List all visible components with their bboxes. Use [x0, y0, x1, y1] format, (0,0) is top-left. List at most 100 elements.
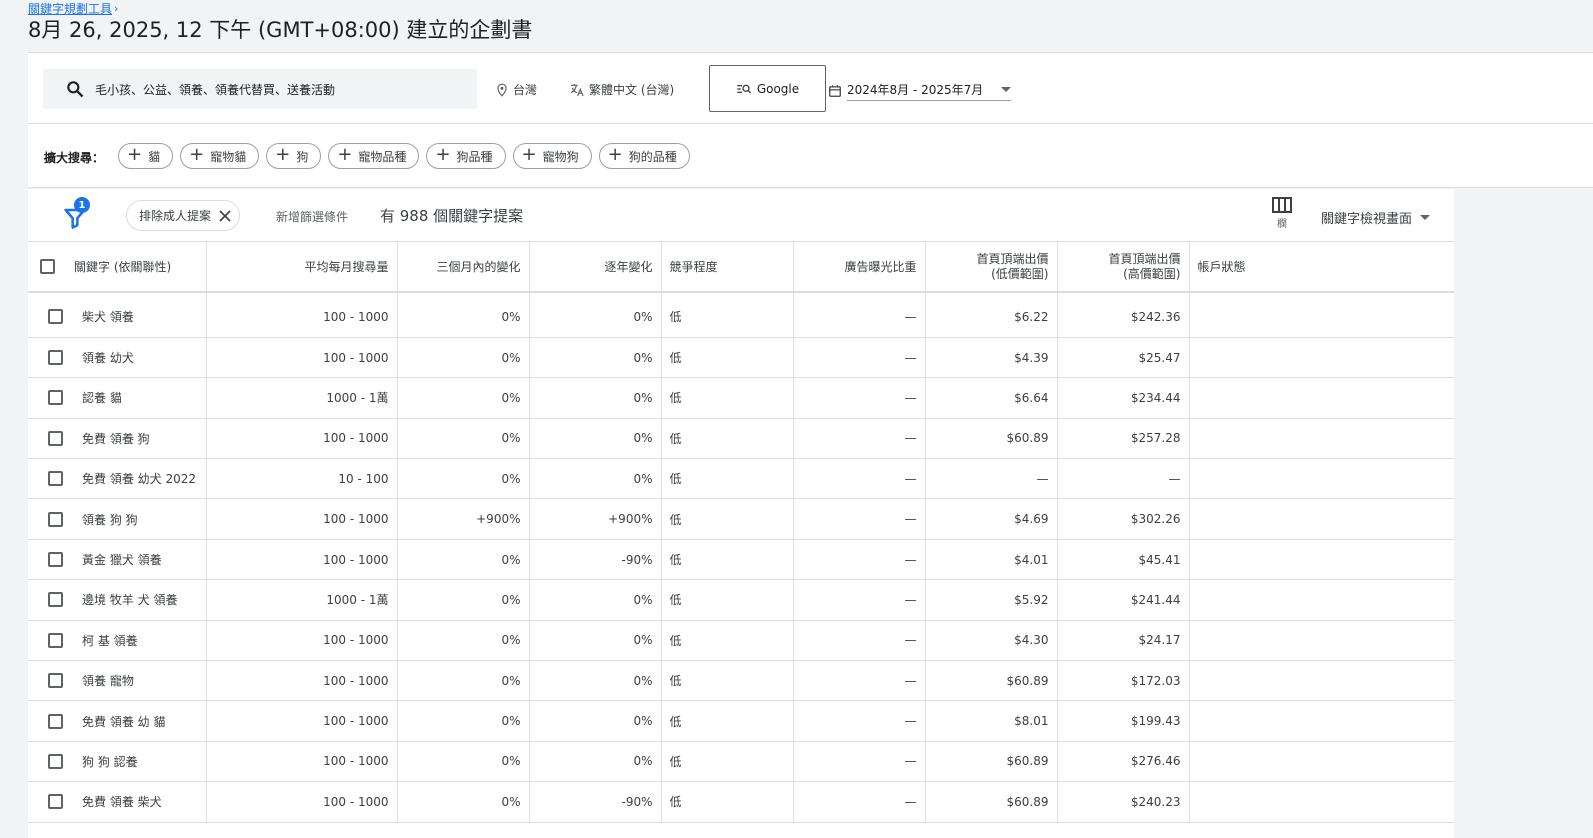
row-checkbox[interactable] — [48, 471, 63, 487]
keyword-text: 狗 狗 認養 — [82, 754, 138, 769]
broaden-chip[interactable]: + 狗品種 — [426, 143, 506, 169]
avg-monthly-cell: 1000 - 1萬 — [206, 579, 398, 621]
select-all-checkbox[interactable] — [40, 259, 55, 274]
bid-low-cell: $4.69 — [925, 498, 1058, 540]
header-bid-low[interactable]: 首頁頂端出價 (低價範圍) — [925, 242, 1058, 293]
table-row[interactable]: 狗 狗 認養 100 - 1000 0% 0% 低 — $60.89 $276.46 — [28, 741, 1454, 783]
row-checkbox[interactable] — [48, 430, 63, 446]
broaden-search-panel: 擴大搜尋： + 貓 + 寵物貓 + 狗 + 寵物品種 + 狗品種 + 寵物狗 + 狗的品種 — [28, 124, 1593, 188]
account-status-cell — [1189, 539, 1454, 581]
bid-high-cell: $240.23 — [1057, 781, 1190, 823]
row-checkbox[interactable] — [48, 673, 63, 689]
keyword-text: 邊境 牧羊 犬 領養 — [82, 593, 178, 608]
row-checkbox[interactable] — [48, 713, 63, 729]
keyword-text: 柴犬 領養 — [82, 310, 134, 325]
row-checkbox[interactable] — [48, 309, 63, 325]
language-selector[interactable]: 繁體中文 (台灣) — [569, 81, 674, 98]
keyword-text: 領養 狗 狗 — [82, 512, 138, 527]
keyword-cell: 免費 領養 狗 — [28, 418, 207, 460]
row-checkbox[interactable] — [48, 632, 63, 648]
table-row[interactable]: 領養 幼犬 100 - 1000 0% 0% 低 — $4.39 $25.47 — [28, 337, 1454, 379]
table-row[interactable]: 免費 領養 幼 貓 100 - 1000 0% 0% 低 — $8.01 $199.43 — [28, 700, 1454, 742]
table-row[interactable]: 柴犬 領養 100 - 1000 0% 0% 低 — $6.22 $242.36 — [28, 297, 1454, 338]
keyword-cell: 狗 狗 認養 — [28, 741, 207, 783]
three-month-change-cell: 0% — [397, 660, 530, 702]
active-filter-chip[interactable]: 排除成人提案 — [126, 200, 241, 231]
header-account-status[interactable]: 帳戶狀態 — [1189, 242, 1454, 293]
avg-monthly-cell: 10 - 100 — [206, 458, 398, 500]
keyword-cell: 領養 寵物 — [28, 660, 207, 702]
close-icon[interactable] — [219, 209, 231, 222]
network-selector[interactable]: Google — [709, 65, 826, 112]
keyword-view-selector[interactable]: 關鍵字檢視畫面 — [1321, 208, 1431, 227]
row-checkbox[interactable] — [48, 592, 63, 608]
broaden-chip[interactable]: + 狗的品種 — [598, 143, 690, 169]
three-month-change-cell: 0% — [397, 337, 530, 379]
avg-monthly-cell: 1000 - 1萬 — [206, 377, 398, 419]
row-checkbox[interactable] — [48, 350, 63, 366]
columns-icon — [1272, 197, 1292, 213]
location-selector[interactable]: 台灣 — [495, 81, 537, 98]
header-yoy-change[interactable]: 逐年變化 — [529, 242, 662, 293]
chip-label: 寵物狗 — [542, 149, 579, 164]
broaden-chip-list: + 貓 + 寵物貓 + 狗 + 寵物品種 + 狗品種 + 寵物狗 + 狗的品種 — [118, 143, 690, 169]
impression-share-cell: — — [793, 781, 926, 823]
broaden-chip[interactable]: + 貓 — [118, 143, 174, 169]
header-impression-share[interactable]: 廣告曝光比重 — [793, 242, 926, 293]
header-keyword[interactable]: 關鍵字 (依關聯性) — [28, 242, 207, 293]
bid-low-cell: $5.92 — [925, 579, 1058, 621]
columns-button[interactable]: 欄 — [1267, 197, 1297, 230]
three-month-change-cell: 0% — [397, 700, 530, 742]
page-title: 8月 26, 2025, 12 下午 (GMT+08:00) 建立的企劃書 — [28, 18, 533, 42]
broaden-chip[interactable]: + 狗 — [266, 143, 322, 169]
search-input[interactable]: 毛小孩、公益、領養、領養代替買、送養活動 — [43, 69, 477, 109]
header-bid-high[interactable]: 首頁頂端出價 (高價範圍) — [1057, 242, 1190, 293]
row-checkbox[interactable] — [48, 794, 63, 810]
bid-high-cell: $24.17 — [1057, 620, 1190, 662]
table-row[interactable]: 領養 寵物 100 - 1000 0% 0% 低 — $60.89 $172.03 — [28, 660, 1454, 702]
broaden-chip[interactable]: + 寵物貓 — [180, 143, 260, 169]
chip-label: 狗的品種 — [628, 149, 677, 164]
search-settings-panel: 毛小孩、公益、領養、領養代替買、送養活動 台灣 繁體中文 (台灣) Google… — [28, 52, 1593, 124]
table-row[interactable]: 免費 領養 幼犬 2022 10 - 100 0% 0% 低 — — — — [28, 458, 1454, 500]
network-label: Google — [756, 81, 800, 96]
header-avg-monthly[interactable]: 平均每月搜尋量 — [206, 242, 398, 293]
bid-low-cell: $6.64 — [925, 377, 1058, 419]
broaden-chip[interactable]: + 寵物品種 — [328, 143, 420, 169]
competition-cell: 低 — [661, 297, 794, 338]
header-bid-high-line2: (高價範圍) — [1123, 266, 1181, 281]
plus-icon: + — [275, 144, 291, 165]
header-three-month-change[interactable]: 三個月內的變化 — [397, 242, 530, 293]
date-range-label: 2024年8月 - 2025年7月 — [847, 83, 984, 97]
row-checkbox[interactable] — [48, 552, 63, 568]
add-filter-button[interactable]: 新增篩選條件 — [276, 208, 348, 225]
keyword-text: 領養 寵物 — [82, 674, 134, 689]
broaden-chip[interactable]: + 寵物狗 — [512, 143, 592, 169]
table-row[interactable]: 黃金 獵犬 領養 100 - 1000 0% -90% 低 — $4.01 $45.41 — [28, 539, 1454, 581]
table-row[interactable]: 領養 狗 狗 100 - 1000 +900% +900% 低 — $4.69 $302.26 — [28, 498, 1454, 540]
impression-share-cell: — — [793, 458, 926, 500]
bid-low-cell: $4.30 — [925, 620, 1058, 662]
row-checkbox[interactable] — [48, 511, 63, 527]
date-range-selector[interactable]: 2024年8月 - 2025年7月 — [828, 81, 1012, 101]
table-row[interactable]: 邊境 牧羊 犬 領養 1000 - 1萬 0% 0% 低 — $5.92 $241.44 — [28, 579, 1454, 621]
keyword-results-panel: 1 排除成人提案 新增篩選條件 有 988 個關鍵字提案 欄 關鍵字檢視畫面 關… — [28, 189, 1454, 838]
table-row[interactable]: 柯 基 領養 100 - 1000 0% 0% 低 — $4.30 $24.17 — [28, 620, 1454, 662]
bid-low-cell: $60.89 — [925, 660, 1058, 702]
impression-share-cell: — — [793, 539, 926, 581]
impression-share-cell: — — [793, 418, 926, 460]
competition-cell: 低 — [661, 377, 794, 419]
row-checkbox[interactable] — [48, 753, 63, 769]
table-row[interactable]: 免費 領養 狗 100 - 1000 0% 0% 低 — $60.89 $257.28 — [28, 418, 1454, 460]
table-row[interactable]: 免費 領養 柴犬 100 - 1000 0% -90% 低 — $60.89 $240.23 — [28, 781, 1454, 823]
calendar-icon — [829, 85, 841, 97]
table-row[interactable]: 認養 貓 1000 - 1萬 0% 0% 低 — $6.64 $234.44 — [28, 377, 1454, 419]
header-competition[interactable]: 競爭程度 — [661, 242, 794, 293]
row-checkbox[interactable] — [48, 390, 63, 406]
impression-share-cell: — — [793, 337, 926, 379]
yoy-change-cell: +900% — [529, 498, 662, 540]
chip-label: 寵物品種 — [358, 149, 407, 164]
yoy-change-cell: -90% — [529, 781, 662, 823]
search-icon — [67, 81, 84, 98]
competition-cell: 低 — [661, 418, 794, 460]
